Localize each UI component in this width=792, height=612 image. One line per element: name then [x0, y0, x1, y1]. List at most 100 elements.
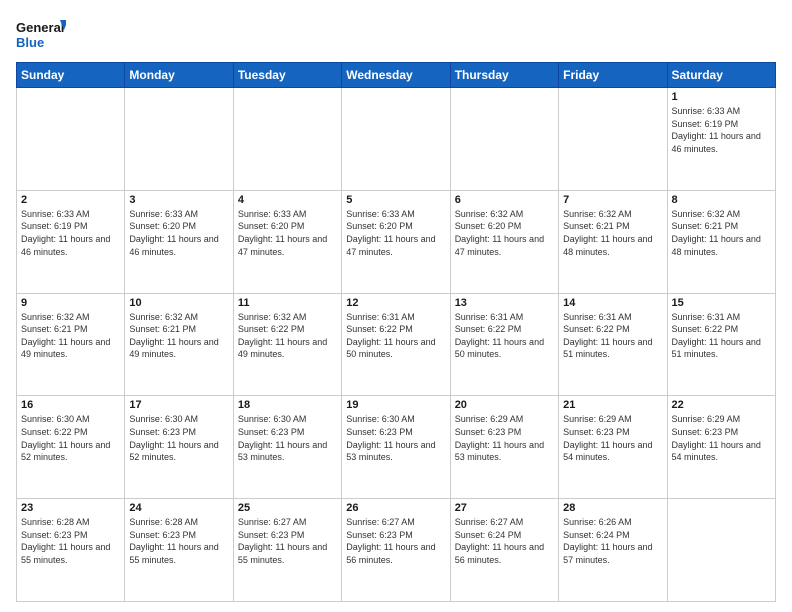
day-number: 18	[238, 399, 337, 411]
day-info: Sunrise: 6:26 AM Sunset: 6:24 PM Dayligh…	[563, 516, 662, 566]
day-cell: 1 Sunrise: 6:33 AM Sunset: 6:19 PM Daylig…	[667, 88, 775, 191]
day-cell: 12 Sunrise: 6:31 AM Sunset: 6:22 PM Dayli…	[342, 293, 450, 396]
day-cell: 21 Sunrise: 6:29 AM Sunset: 6:23 PM Dayli…	[559, 396, 667, 499]
calendar-table: SundayMondayTuesdayWednesdayThursdayFrid…	[16, 62, 776, 602]
day-cell: 8 Sunrise: 6:32 AM Sunset: 6:21 PM Daylig…	[667, 190, 775, 293]
day-number: 25	[238, 502, 337, 514]
day-cell: 2 Sunrise: 6:33 AM Sunset: 6:19 PM Daylig…	[17, 190, 125, 293]
day-cell	[233, 88, 341, 191]
day-info: Sunrise: 6:33 AM Sunset: 6:20 PM Dayligh…	[238, 208, 337, 258]
day-number: 13	[455, 297, 554, 309]
day-number: 3	[129, 194, 228, 206]
day-cell: 26 Sunrise: 6:27 AM Sunset: 6:23 PM Dayli…	[342, 499, 450, 602]
day-cell: 15 Sunrise: 6:31 AM Sunset: 6:22 PM Dayli…	[667, 293, 775, 396]
day-number: 16	[21, 399, 120, 411]
svg-text:General: General	[16, 20, 64, 35]
day-cell	[17, 88, 125, 191]
svg-text:Blue: Blue	[16, 35, 44, 50]
day-number: 12	[346, 297, 445, 309]
logo-svg: General Blue	[16, 16, 66, 54]
day-cell: 25 Sunrise: 6:27 AM Sunset: 6:23 PM Dayli…	[233, 499, 341, 602]
day-cell: 6 Sunrise: 6:32 AM Sunset: 6:20 PM Daylig…	[450, 190, 558, 293]
day-info: Sunrise: 6:29 AM Sunset: 6:23 PM Dayligh…	[455, 413, 554, 463]
week-row-1: 1 Sunrise: 6:33 AM Sunset: 6:19 PM Daylig…	[17, 88, 776, 191]
day-info: Sunrise: 6:33 AM Sunset: 6:20 PM Dayligh…	[346, 208, 445, 258]
day-info: Sunrise: 6:32 AM Sunset: 6:21 PM Dayligh…	[563, 208, 662, 258]
day-cell: 22 Sunrise: 6:29 AM Sunset: 6:23 PM Dayli…	[667, 396, 775, 499]
day-number: 19	[346, 399, 445, 411]
day-cell: 17Sunrise: 6:30 AM Sunset: 6:23 PM Dayli…	[125, 396, 233, 499]
week-row-5: 23 Sunrise: 6:28 AM Sunset: 6:23 PM Dayli…	[17, 499, 776, 602]
page: General Blue SundayMondayTuesdayWednesda…	[0, 0, 792, 612]
day-cell	[342, 88, 450, 191]
day-cell: 9Sunrise: 6:32 AM Sunset: 6:21 PM Daylig…	[17, 293, 125, 396]
day-cell: 4Sunrise: 6:33 AM Sunset: 6:20 PM Daylig…	[233, 190, 341, 293]
day-number: 26	[346, 502, 445, 514]
header: General Blue	[16, 16, 776, 54]
col-header-sunday: Sunday	[17, 63, 125, 88]
day-info: Sunrise: 6:33 AM Sunset: 6:19 PM Dayligh…	[21, 208, 120, 258]
week-row-4: 16 Sunrise: 6:30 AM Sunset: 6:22 PM Dayli…	[17, 396, 776, 499]
day-number: 21	[563, 399, 662, 411]
day-cell: 5 Sunrise: 6:33 AM Sunset: 6:20 PM Daylig…	[342, 190, 450, 293]
day-number: 1	[672, 91, 771, 103]
day-info: Sunrise: 6:29 AM Sunset: 6:23 PM Dayligh…	[563, 413, 662, 463]
col-header-wednesday: Wednesday	[342, 63, 450, 88]
day-number: 5	[346, 194, 445, 206]
day-cell: 27Sunrise: 6:27 AM Sunset: 6:24 PM Dayli…	[450, 499, 558, 602]
day-info: Sunrise: 6:31 AM Sunset: 6:22 PM Dayligh…	[563, 311, 662, 361]
day-info: Sunrise: 6:28 AM Sunset: 6:23 PM Dayligh…	[21, 516, 120, 566]
day-info: Sunrise: 6:32 AM Sunset: 6:21 PM Dayligh…	[129, 311, 228, 361]
day-cell: 19Sunrise: 6:30 AM Sunset: 6:23 PM Dayli…	[342, 396, 450, 499]
day-info: Sunrise: 6:27 AM Sunset: 6:23 PM Dayligh…	[346, 516, 445, 566]
day-info: Sunrise: 6:29 AM Sunset: 6:23 PM Dayligh…	[672, 413, 771, 463]
day-info: Sunrise: 6:28 AM Sunset: 6:23 PM Dayligh…	[129, 516, 228, 566]
day-number: 7	[563, 194, 662, 206]
day-number: 8	[672, 194, 771, 206]
col-header-friday: Friday	[559, 63, 667, 88]
day-info: Sunrise: 6:31 AM Sunset: 6:22 PM Dayligh…	[672, 311, 771, 361]
day-cell: 24 Sunrise: 6:28 AM Sunset: 6:23 PM Dayli…	[125, 499, 233, 602]
day-info: Sunrise: 6:30 AM Sunset: 6:23 PM Dayligh…	[129, 413, 228, 463]
day-info: Sunrise: 6:31 AM Sunset: 6:22 PM Dayligh…	[346, 311, 445, 361]
logo: General Blue	[16, 16, 66, 54]
day-cell	[125, 88, 233, 191]
day-cell	[667, 499, 775, 602]
day-cell	[559, 88, 667, 191]
day-number: 23	[21, 502, 120, 514]
day-number: 28	[563, 502, 662, 514]
col-header-thursday: Thursday	[450, 63, 558, 88]
day-info: Sunrise: 6:32 AM Sunset: 6:21 PM Dayligh…	[672, 208, 771, 258]
day-number: 22	[672, 399, 771, 411]
day-cell: 16 Sunrise: 6:30 AM Sunset: 6:22 PM Dayli…	[17, 396, 125, 499]
day-number: 15	[672, 297, 771, 309]
day-info: Sunrise: 6:33 AM Sunset: 6:19 PM Dayligh…	[672, 105, 771, 155]
day-number: 2	[21, 194, 120, 206]
day-headers: SundayMondayTuesdayWednesdayThursdayFrid…	[17, 63, 776, 88]
day-info: Sunrise: 6:32 AM Sunset: 6:20 PM Dayligh…	[455, 208, 554, 258]
day-cell: 23 Sunrise: 6:28 AM Sunset: 6:23 PM Dayli…	[17, 499, 125, 602]
week-row-2: 2 Sunrise: 6:33 AM Sunset: 6:19 PM Daylig…	[17, 190, 776, 293]
day-info: Sunrise: 6:32 AM Sunset: 6:22 PM Dayligh…	[238, 311, 337, 361]
day-cell: 11 Sunrise: 6:32 AM Sunset: 6:22 PM Dayli…	[233, 293, 341, 396]
day-number: 6	[455, 194, 554, 206]
day-info: Sunrise: 6:30 AM Sunset: 6:22 PM Dayligh…	[21, 413, 120, 463]
week-row-3: 9Sunrise: 6:32 AM Sunset: 6:21 PM Daylig…	[17, 293, 776, 396]
day-cell: 14Sunrise: 6:31 AM Sunset: 6:22 PM Dayli…	[559, 293, 667, 396]
col-header-saturday: Saturday	[667, 63, 775, 88]
day-number: 24	[129, 502, 228, 514]
day-cell: 20 Sunrise: 6:29 AM Sunset: 6:23 PM Dayli…	[450, 396, 558, 499]
day-cell: 7 Sunrise: 6:32 AM Sunset: 6:21 PM Daylig…	[559, 190, 667, 293]
day-info: Sunrise: 6:31 AM Sunset: 6:22 PM Dayligh…	[455, 311, 554, 361]
day-info: Sunrise: 6:33 AM Sunset: 6:20 PM Dayligh…	[129, 208, 228, 258]
day-info: Sunrise: 6:32 AM Sunset: 6:21 PM Dayligh…	[21, 311, 120, 361]
day-info: Sunrise: 6:27 AM Sunset: 6:23 PM Dayligh…	[238, 516, 337, 566]
day-info: Sunrise: 6:27 AM Sunset: 6:24 PM Dayligh…	[455, 516, 554, 566]
day-number: 11	[238, 297, 337, 309]
col-header-monday: Monday	[125, 63, 233, 88]
day-cell: 3 Sunrise: 6:33 AM Sunset: 6:20 PM Daylig…	[125, 190, 233, 293]
day-cell: 28 Sunrise: 6:26 AM Sunset: 6:24 PM Dayli…	[559, 499, 667, 602]
day-cell: 13 Sunrise: 6:31 AM Sunset: 6:22 PM Dayli…	[450, 293, 558, 396]
day-number: 20	[455, 399, 554, 411]
day-cell: 10Sunrise: 6:32 AM Sunset: 6:21 PM Dayli…	[125, 293, 233, 396]
